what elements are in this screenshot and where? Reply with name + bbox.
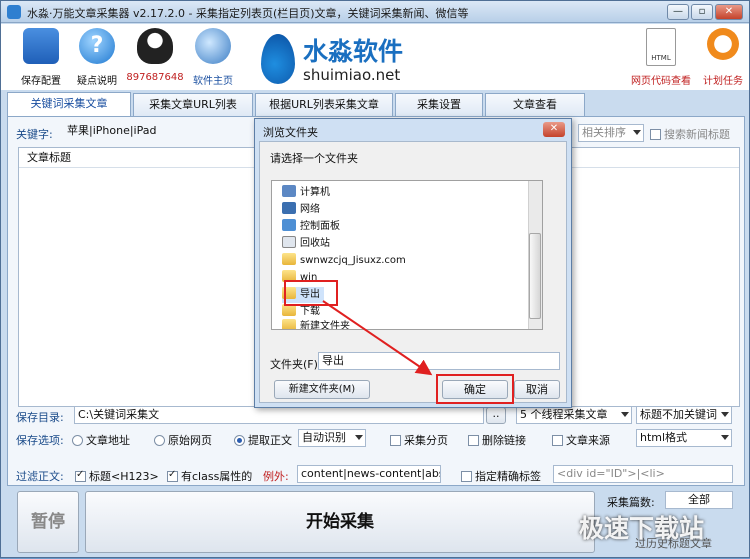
red-arrow xyxy=(322,300,433,376)
annotation-arrow-overlay xyxy=(322,300,433,376)
main-window: 水淼·万能文章采集器 v2.17.2.0 - 采集指定列表页(栏目页)文章，关键… xyxy=(0,0,750,558)
